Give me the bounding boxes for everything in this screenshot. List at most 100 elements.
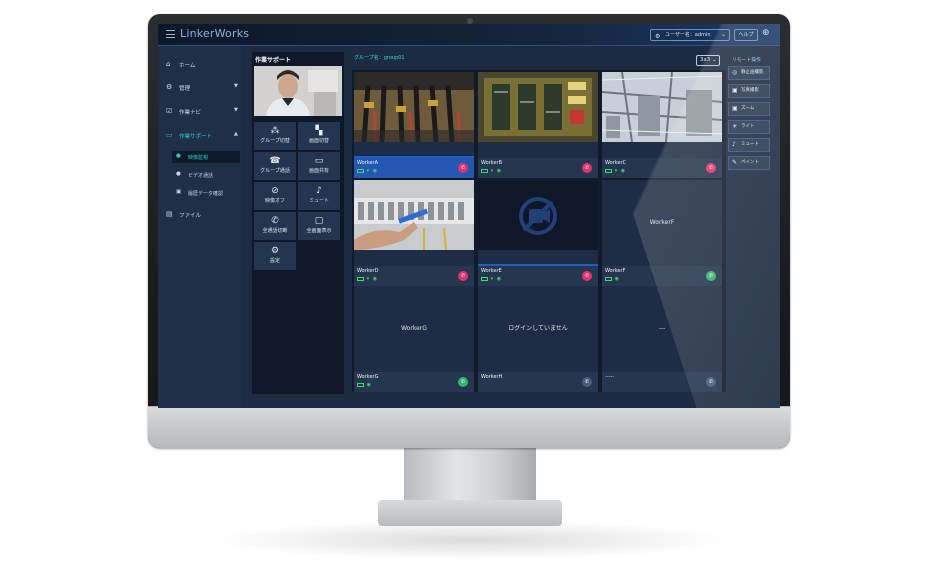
light-button[interactable]: ☀ ライト: [728, 120, 770, 134]
tile-center-label: WorkerF: [649, 219, 675, 226]
worker-name: WorkerF: [605, 268, 626, 274]
layout-value: 3x3: [700, 57, 711, 63]
user-menu-button[interactable]: ⚙ ユーザー名：admin ⌄: [650, 29, 730, 41]
sidebar-subitem-history[interactable]: ▣ 履歴データ確認: [172, 187, 240, 199]
battery-icon: [481, 168, 488, 173]
end-call-button[interactable]: ✆: [458, 271, 468, 281]
remote-operations-title: リモート操作: [732, 58, 761, 63]
screen-switch-icon: ▚: [315, 126, 323, 136]
battery-icon: [481, 276, 488, 281]
factory-image: [602, 72, 722, 142]
tile-footer: WorkerG ◉ ✆: [354, 372, 474, 392]
fullscreen-button[interactable]: ▢ 全画面表示: [298, 212, 340, 240]
layout-select[interactable]: 3x3 ⌄: [696, 55, 720, 66]
worker-name: WorkerH: [481, 374, 503, 380]
worker-name: -----: [605, 374, 615, 380]
sidebar-item-label: 管理: [179, 86, 191, 92]
video-tile[interactable]: WorkerG WorkerG ◉ ✆: [354, 286, 474, 392]
terminal-block-image: [354, 180, 474, 250]
settings-button[interactable]: ⚙ 設定: [254, 242, 296, 270]
call-disabled-button[interactable]: ✆: [582, 377, 592, 387]
sidebar-item-home[interactable]: ⌂ ホーム: [158, 58, 242, 72]
tile-footer: ----- ✆: [602, 372, 722, 392]
video-tile[interactable]: WorkerF WorkerF ◉ ✆: [602, 180, 722, 286]
still-capture-button[interactable]: ◎ 静止画撮影: [728, 66, 770, 80]
sidebar-item-admin[interactable]: ⚙ 管理 ▼: [158, 81, 242, 95]
file-icon: ▤: [166, 210, 173, 218]
status-icons: ◉: [605, 276, 620, 282]
status-icons: ▾ ◉: [357, 276, 378, 282]
worker-video-feed: [602, 72, 722, 142]
start-call-button[interactable]: ✆: [706, 271, 716, 281]
video-grid: WorkerA ▾ ◉ ✆ WorkerB ▾ ◉ ✆ WorkerC ▾ ◉ …: [352, 70, 726, 392]
call-disabled-button[interactable]: ✆: [706, 377, 716, 387]
video-off-icon: ⊘: [271, 186, 279, 196]
sidebar-subitem-video-monitor[interactable]: ● 映像監視: [172, 151, 240, 163]
tile-footer: WorkerA ▾ ◉ ✆: [354, 158, 474, 178]
work-support-panel: 作業サポート ⁂ グループ切替 ▚ 画面切替 ☎ グループ通話 ▭ 画面共有 ⊘…: [252, 52, 344, 394]
video-tile[interactable]: ログインしていません WorkerH ✆: [478, 286, 598, 392]
sidebar-item-work-support[interactable]: ▭ 作業サポート ▲: [158, 129, 242, 143]
camera-off-icon: [519, 197, 557, 235]
operator-camera-preview[interactable]: [254, 66, 342, 116]
photo-button[interactable]: ▣ 写真撮影: [728, 84, 770, 98]
screen-share-button[interactable]: ▭ 画面共有: [298, 152, 340, 180]
user-settings-icon: ⚙: [655, 33, 661, 40]
zoom-button[interactable]: ▣ ズーム: [728, 102, 770, 116]
help-button[interactable]: ヘルプ: [734, 29, 758, 41]
image-icon: ▣: [176, 189, 182, 195]
wifi-icon: ◉: [614, 276, 620, 282]
chat-icon: ▭: [166, 131, 173, 139]
remote-button-label: 静止画撮影: [741, 70, 764, 75]
sidebar-subitem-label: 履歴データ確認: [188, 191, 224, 197]
control-panel-image: [478, 72, 598, 142]
group-call-button[interactable]: ☎ グループ通話: [254, 152, 296, 180]
monitor-stand-neck: [404, 448, 536, 508]
hangup-all-button[interactable]: ✆ 全通話切断: [254, 212, 296, 240]
video-tile[interactable]: WorkerD ▾ ◉ ✆: [354, 180, 474, 286]
remote-mute-button[interactable]: ♪ ミュート: [728, 138, 770, 152]
end-call-button[interactable]: ✆: [582, 271, 592, 281]
mic-off-icon: ♪: [316, 186, 322, 196]
status-icons: ◉: [357, 382, 372, 388]
user-label: ユーザー名：admin: [665, 32, 711, 38]
battery-icon: [605, 168, 612, 173]
video-tile[interactable]: --- ----- ✆: [602, 286, 722, 392]
light-icon: ☀: [732, 123, 738, 130]
screen-switch-button[interactable]: ▚ 画面切替: [298, 122, 340, 150]
monitor-icon: ▭: [314, 156, 324, 166]
group-switch-button[interactable]: ⁂ グループ切替: [254, 122, 296, 150]
video-tile[interactable]: WorkerC ▾ ◉ ✆: [602, 72, 722, 178]
cables-image: [354, 72, 474, 142]
end-call-button[interactable]: ✆: [458, 163, 468, 173]
sidebar-subitem-label: ビデオ通話: [188, 173, 214, 179]
remote-button-label: ライト: [741, 124, 755, 129]
end-call-button[interactable]: ✆: [706, 163, 716, 173]
video-tile[interactable]: WorkerE ▾ ◉ ✆: [478, 180, 598, 286]
battery-icon: [357, 382, 364, 387]
caret-up-icon: ▲: [234, 131, 238, 137]
hamburger-menu-icon[interactable]: [166, 30, 175, 38]
video-off-button[interactable]: ⊘ 映像オフ: [254, 182, 296, 210]
mute-button[interactable]: ♪ ミュート: [298, 182, 340, 210]
battery-icon: [605, 276, 612, 281]
sidebar: ⌂ ホーム ⚙ 管理 ▼ ☑ 作業ナビ ▼ ▭ 作業サポート ▲ ● 映像監視 …: [158, 46, 242, 408]
video-tile[interactable]: WorkerA ▾ ◉ ✆: [354, 72, 474, 178]
sidebar-item-file[interactable]: ▤ ファイル: [158, 208, 242, 222]
battery-icon: [357, 276, 364, 281]
paint-button[interactable]: ✎ ペイント: [728, 156, 770, 170]
operator-photo: [254, 66, 342, 116]
wifi-icon: ◉: [366, 382, 372, 388]
wifi-icon: ◉: [372, 168, 379, 174]
sidebar-subitem-video-call[interactable]: ● ビデオ通話: [172, 169, 240, 181]
start-call-button[interactable]: ✆: [458, 377, 468, 387]
sidebar-item-work-navi[interactable]: ☑ 作業ナビ ▼: [158, 105, 242, 119]
wifi-icon: ◉: [620, 168, 627, 174]
status-icons: ▾ ◉: [481, 276, 502, 282]
battery-icon: [357, 168, 364, 173]
end-call-button[interactable]: ✆: [582, 163, 592, 173]
globe-icon[interactable]: ⊕: [762, 28, 770, 38]
tool-label: 全画面表示: [306, 228, 332, 234]
sidebar-subitem-label: 映像監視: [188, 155, 209, 161]
video-tile[interactable]: WorkerB ▾ ◉ ✆: [478, 72, 598, 178]
